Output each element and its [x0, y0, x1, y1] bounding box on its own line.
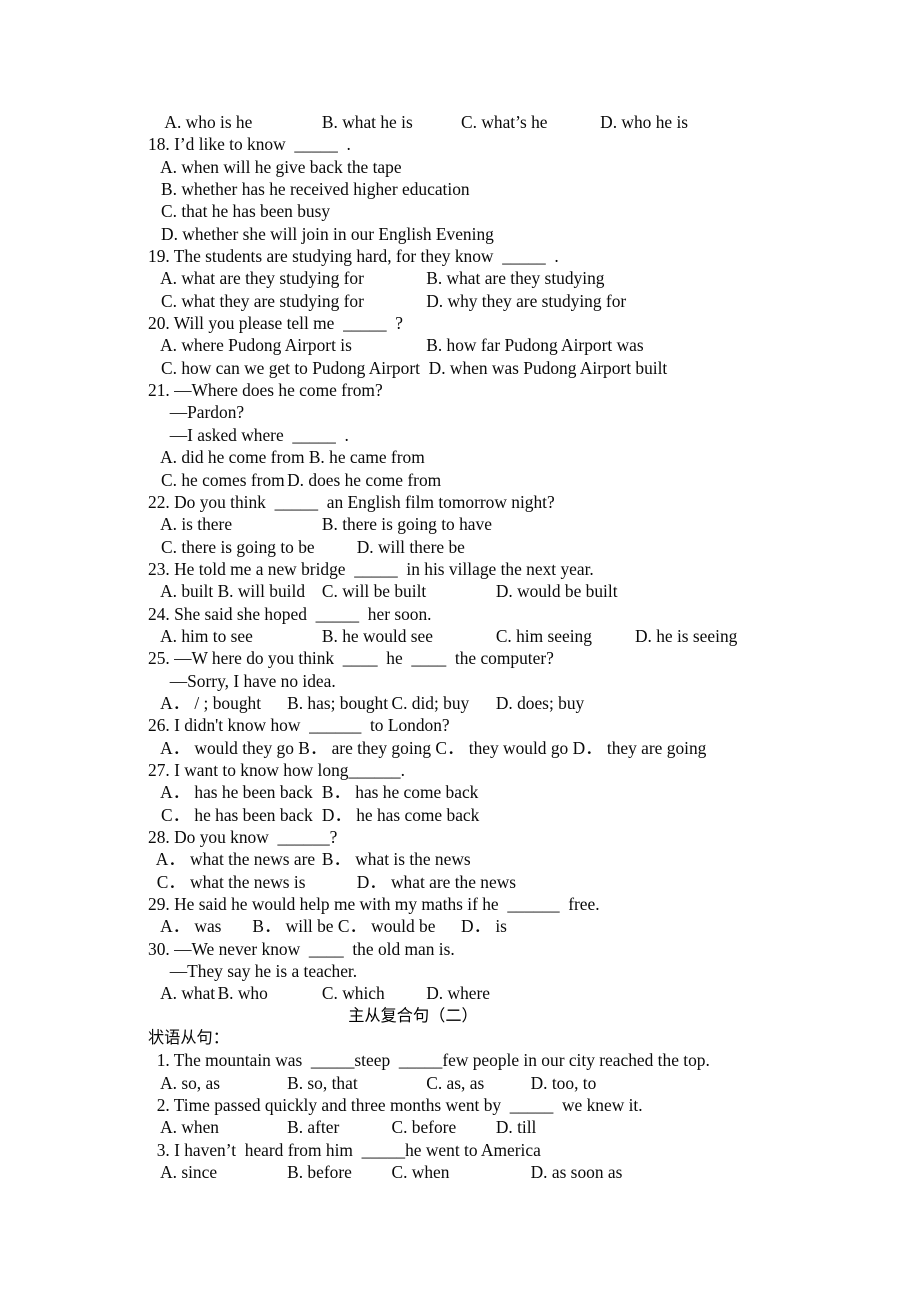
options-row-23: A. built B. will build C. will be built … [148, 581, 618, 602]
question-stem-29: 29. He said he would help me with my mat… [148, 894, 600, 915]
question-stem-30: 30. —We never know ____ the old man is. [148, 938, 455, 959]
options-row-adv-3: A. since B. before C. when D. as soon as [148, 1162, 623, 1183]
options-row-adv-2: A. when B. after C. before D. till [148, 1117, 537, 1138]
dialogue-line-25-reply: —Sorry, I have no idea. [148, 670, 336, 691]
options-row-28-cd: C． what the news is D． what are the news [148, 871, 517, 892]
option-d-18: D. whether she will join in our English … [148, 223, 494, 244]
question-stem-22: 22. Do you think _____ an English film t… [148, 491, 555, 512]
option-b-18: B. whether has he received higher educat… [148, 179, 470, 200]
options-row-25: A． / ; bought B. has; bought C. did; buy… [148, 692, 585, 713]
question-stem-24: 24. She said she hoped _____ her soon. [148, 603, 432, 624]
worksheet-body: A. who is he B. what he is C. what’s he … [148, 111, 848, 1184]
question-stem-adv-2: 2. Time passed quickly and three months … [148, 1095, 643, 1116]
options-row-27-cd: C． he has been back D． he has come back [148, 804, 480, 825]
options-row-21-cd: C. he comes from D. does he come from [148, 469, 442, 490]
options-row-19-cd: C. what they are studying for D. why the… [148, 290, 627, 311]
options-row-20-ab: A. where Pudong Airport is B. how far Pu… [148, 335, 644, 356]
document-page: A. who is he B. what he is C. what’s he … [0, 0, 920, 1302]
options-row-30: A. what B. who C. which D. where [148, 983, 490, 1004]
question-stem-21: 21. —Where does he come from? [148, 380, 383, 401]
subsection-label: 状语从句： [148, 1028, 229, 1048]
question-stem-adv-1: 1. The mountain was _____steep _____few … [148, 1050, 710, 1071]
options-row-27-ab: A． has he been back B． has he come back [148, 782, 479, 803]
dialogue-line-30-reply: —They say he is a teacher. [148, 961, 358, 982]
options-row-22-ab: A. is there B. there is going to have [148, 514, 492, 535]
options-row-24: A. him to see B. he would see C. him see… [148, 625, 738, 646]
question-stem-19: 19. The students are studying hard, for … [148, 246, 559, 267]
question-stem-26: 26. I didn't know how ______ to London? [148, 715, 450, 736]
options-row: A. who is he B. what he is C. what’s he … [148, 112, 689, 132]
question-stem-20: 20. Will you please tell me _____ ? [148, 313, 403, 334]
options-row-28-ab: A． what the news are B． what is the news [148, 849, 471, 870]
question-stem-18: 18. I’d like to know _____ . [148, 134, 351, 155]
options-row-adv-1: A. so, as B. so, that C. as, as D. too, … [148, 1072, 597, 1093]
options-row-26: A． would they go B． are they going C． th… [148, 737, 707, 758]
question-stem-adv-3: 3. I haven’t heard from him _____he went… [148, 1139, 541, 1160]
dialogue-line-21-asked: —I asked where _____ . [148, 424, 349, 445]
question-stem-25: 25. —W here do you think ____ he ____ th… [148, 648, 554, 669]
dialogue-line-21-pardon: —Pardon? [148, 402, 245, 423]
section-heading: 主从复合句（二） [348, 1005, 478, 1025]
options-row-19-ab: A. what are they studying for B. what ar… [148, 268, 605, 289]
question-stem-28: 28. Do you know ______? [148, 827, 338, 847]
option-a-18: A. when will he give back the tape [148, 156, 402, 177]
options-row-20-cd: C. how can we get to Pudong Airport D. w… [148, 357, 668, 378]
option-c-18: C. that he has been busy [148, 201, 331, 222]
question-stem-27: 27. I want to know how long______. [148, 759, 405, 780]
options-row-29: A． was B． will be C． would be D． is [148, 916, 507, 937]
question-stem-23: 23. He told me a new bridge _____ in his… [148, 558, 594, 579]
options-row-21-ab: A. did he come from B. he came from [148, 447, 425, 468]
options-row-22-cd: C. there is going to be D. will there be [148, 536, 465, 557]
